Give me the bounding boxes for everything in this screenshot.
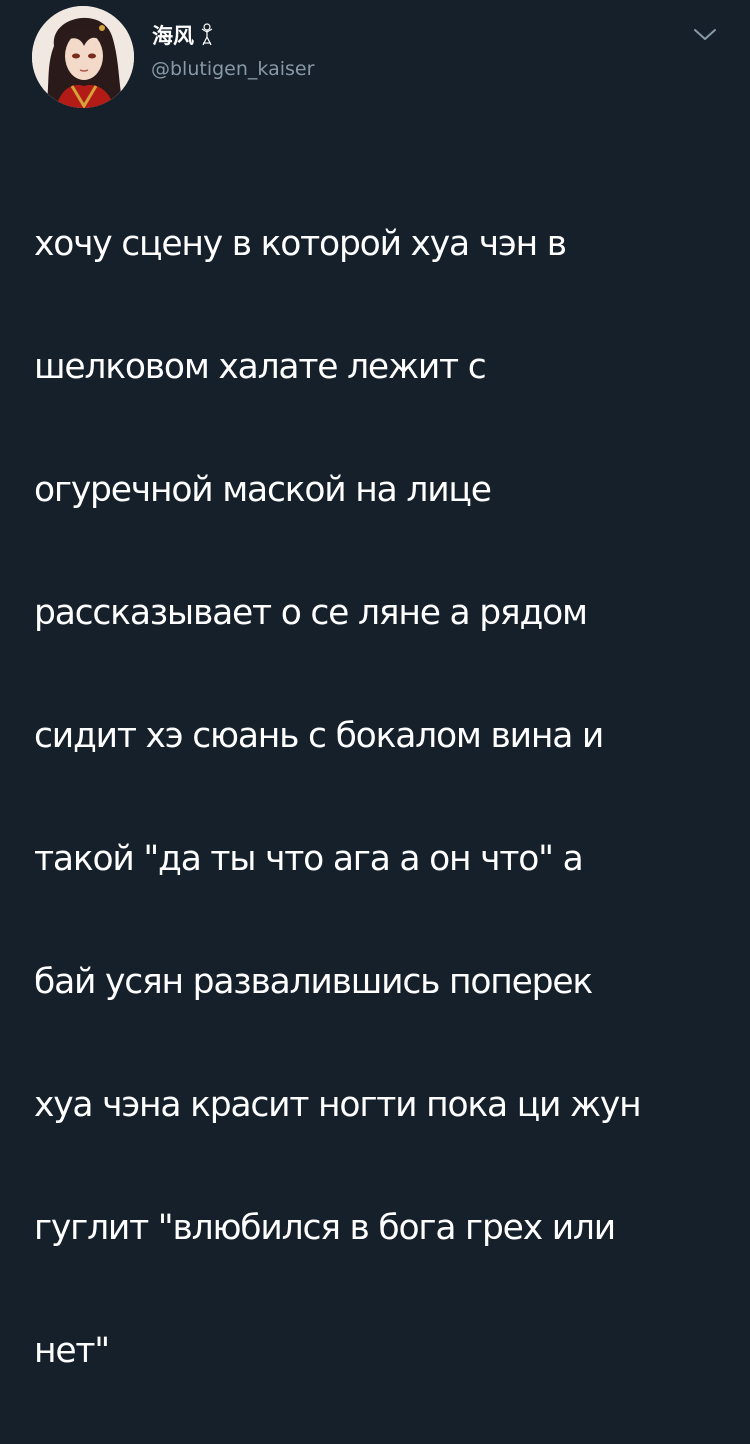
- tweet-text-line: хочу сцену в которой хуа чэн в: [34, 223, 567, 264]
- tweet-text-line: сидит хэ сюань с бокалом вина и: [34, 715, 604, 756]
- anime-portrait-avatar-icon: [32, 6, 134, 108]
- avatar[interactable]: [32, 6, 134, 108]
- tweet-body: хочу сцену в которой хуа чэн в шелковом …: [34, 152, 734, 1444]
- tweet-text-line: бай усян развалившись поперек: [34, 961, 593, 1002]
- tweet-text-line: шелковом халате лежит с: [34, 346, 487, 387]
- tweet-text-line: хуа чэна красит ногти пока ци жун: [34, 1084, 642, 1125]
- tweet-header: 海风 @blutigen_kaiser: [0, 0, 750, 120]
- tweet-text-line: такой "да ты что ага а он что" а: [34, 838, 584, 879]
- tweet-text-line: гуглит "влюбился в бога грех или: [34, 1207, 616, 1248]
- tweet-text-line: рассказывает о се ляне а рядом: [34, 592, 588, 633]
- author-name-row: 海风: [152, 20, 216, 50]
- author-handle[interactable]: @blutigen_kaiser: [151, 58, 314, 80]
- author-display-name[interactable]: 海风: [152, 20, 194, 50]
- tweet-text-line: огуречной маской на лице: [34, 469, 492, 510]
- chevron-down-icon[interactable]: [692, 26, 718, 44]
- tweet-card: 海风 @blutigen_kaiser хочу сцену в которой…: [0, 0, 750, 1371]
- woman-dancing-emoji-icon: [198, 23, 216, 47]
- tweet-text-line: нет": [34, 1330, 110, 1371]
